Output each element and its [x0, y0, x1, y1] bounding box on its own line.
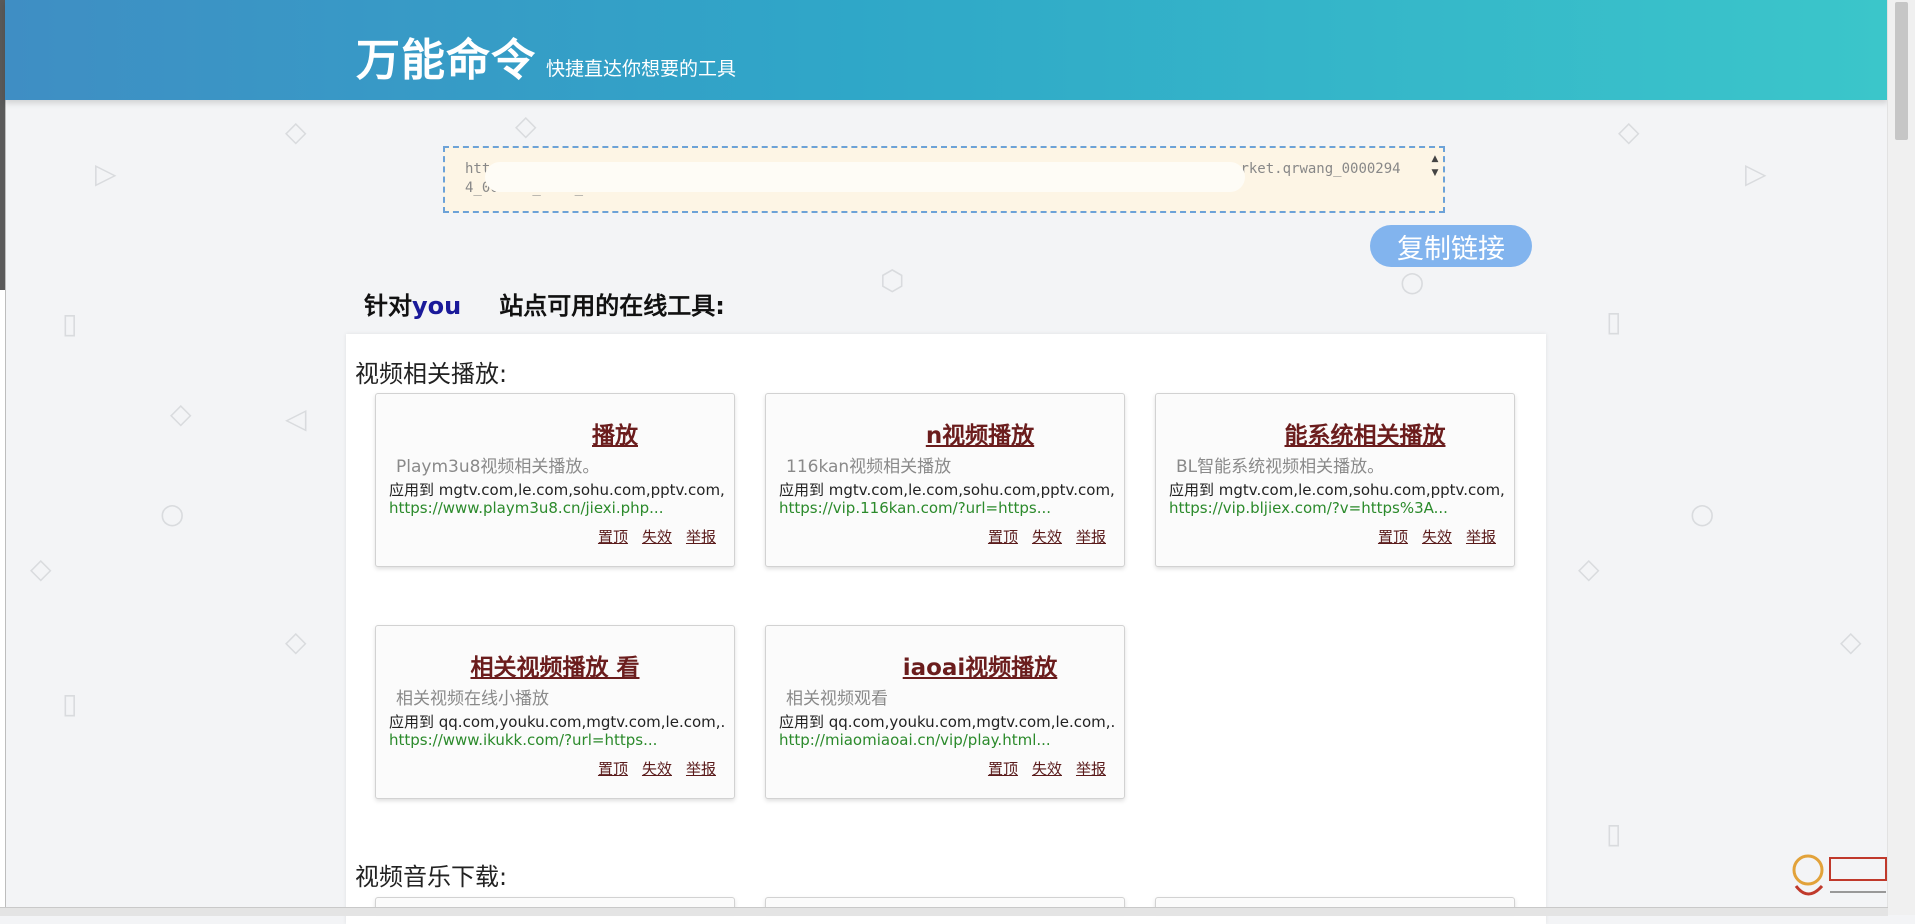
- tool-card-sites: 应用到 mgtv.com,le.com,sohu.com,pptv.com,..…: [779, 481, 1114, 499]
- bg-diamond-shape: ◇: [285, 115, 307, 148]
- tool-card-actions: 置顶 失效 举报: [988, 758, 1106, 779]
- bg-diamond-shape: ◇: [30, 552, 52, 585]
- tool-card-actions: 置顶 失效 举报: [1378, 526, 1496, 547]
- site-heading-suffix: 站点可用的在线工具:: [499, 292, 725, 320]
- tool-card-url[interactable]: https://www.playm3u8.cn/jiexi.php...: [389, 499, 724, 517]
- site-tools-heading: 针对you 站点可用的在线工具:: [364, 286, 725, 321]
- tool-card-desc: Playm3u8视频相关播放。: [396, 457, 600, 477]
- brand: 万能命令 快捷直达你想要的工具: [356, 24, 736, 88]
- mark-invalid-link[interactable]: 失效: [642, 526, 672, 547]
- tool-card[interactable]: n视频播放 116kan视频相关播放 应用到 mgtv.com,le.com,s…: [765, 393, 1125, 567]
- report-link[interactable]: 举报: [686, 758, 716, 779]
- pin-link[interactable]: 置顶: [598, 526, 628, 547]
- report-link[interactable]: 举报: [686, 526, 716, 547]
- pin-link[interactable]: 置顶: [988, 526, 1018, 547]
- bg-bar-shape: ▯: [62, 307, 78, 340]
- bg-diamond-shape: ◇: [1840, 625, 1862, 658]
- page-scrollbar[interactable]: [1887, 0, 1915, 915]
- tool-card-desc: 相关视频观看: [786, 689, 888, 709]
- site-name: you: [412, 292, 462, 320]
- tool-card[interactable]: 相关视频播放 看 相关视频在线小播放 应用到 qq.com,youku.com,…: [375, 625, 735, 799]
- redaction-mark: [485, 162, 1245, 192]
- bg-triangle-shape: ▷: [95, 157, 117, 190]
- tools-panel: 视频相关播放: 播放 Playm3u8视频相关播放。 应用到 mgtv.com,…: [346, 334, 1546, 924]
- report-link[interactable]: 举报: [1466, 526, 1496, 547]
- tool-card-actions: 置顶 失效 举报: [598, 526, 716, 547]
- site-title[interactable]: 万能命令: [356, 24, 536, 88]
- bg-circle-shape: ○: [160, 497, 185, 530]
- tool-card[interactable]: 播放 Playm3u8视频相关播放。 应用到 mgtv.com,le.com,s…: [375, 393, 735, 567]
- bg-diamond-shape: ◇: [1618, 115, 1640, 148]
- tool-card-desc: BL智能系统视频相关播放。: [1176, 457, 1385, 477]
- tool-card-actions: 置顶 失效 举报: [598, 758, 716, 779]
- tool-card-url[interactable]: https://vip.116kan.com/?url=https...: [779, 499, 1114, 517]
- tool-card-title[interactable]: iaoai视频播放: [766, 648, 1124, 682]
- mark-invalid-link[interactable]: 失效: [1032, 526, 1062, 547]
- bg-triangle-shape: ▷: [1745, 157, 1767, 190]
- copy-link-button[interactable]: 复制链接: [1370, 225, 1532, 267]
- bg-circle-shape: ○: [1400, 265, 1425, 298]
- report-link[interactable]: 举报: [1076, 526, 1106, 547]
- report-link[interactable]: 举报: [1076, 758, 1106, 779]
- tool-card-title[interactable]: 能系统相关播放: [1156, 416, 1514, 450]
- bg-hexagon-shape: ⬡: [880, 264, 905, 297]
- tool-card-sites: 应用到 mgtv.com,le.com,sohu.com,pptv.com,..…: [389, 481, 724, 499]
- pin-link[interactable]: 置顶: [1378, 526, 1408, 547]
- mark-invalid-link[interactable]: 失效: [1032, 758, 1062, 779]
- mark-invalid-link[interactable]: 失效: [1422, 526, 1452, 547]
- tool-card-url[interactable]: http://miaomiaoai.cn/vip/play.html...: [779, 731, 1114, 749]
- tool-card-sites: 应用到 mgtv.com,le.com,sohu.com,pptv.com,..…: [1169, 481, 1504, 499]
- bg-bar-shape: ▯: [1606, 305, 1622, 338]
- bg-diamond-shape: ◇: [170, 397, 192, 430]
- site-heading-prefix: 针对: [364, 292, 412, 320]
- section-title-video-music-download: 视频音乐下载:: [355, 863, 508, 891]
- tool-card[interactable]: 能系统相关播放 BL智能系统视频相关播放。 应用到 mgtv.com,le.co…: [1155, 393, 1515, 567]
- pin-link[interactable]: 置顶: [598, 758, 628, 779]
- tool-card-title[interactable]: 播放: [376, 416, 734, 450]
- tool-card-sites: 应用到 qq.com,youku.com,mgtv.com,le.com,...: [389, 713, 724, 731]
- bg-diamond-shape: ◇: [515, 109, 537, 142]
- tool-card-desc: 相关视频在线小播放: [396, 689, 549, 709]
- mark-invalid-link[interactable]: 失效: [642, 758, 672, 779]
- url-input[interactable]: https://v.youku.com/v_show/id_XNTM0OTE5.…: [443, 146, 1445, 213]
- bg-bar-shape: ▯: [62, 687, 78, 720]
- tool-card-title[interactable]: n视频播放: [766, 416, 1124, 450]
- textarea-scroll-arrows-icon[interactable]: ▲ ▼: [1429, 152, 1441, 180]
- bg-triangle-shape: ◁: [285, 402, 307, 435]
- tool-card[interactable]: iaoai视频播放 相关视频观看 应用到 qq.com,youku.com,mg…: [765, 625, 1125, 799]
- tool-card-url[interactable]: https://www.ikukk.com/?url=https...: [389, 731, 724, 749]
- tool-card-title[interactable]: 相关视频播放 看: [376, 648, 734, 682]
- corner-watermark-logo: [1792, 854, 1887, 896]
- tool-card-desc: 116kan视频相关播放: [786, 457, 952, 477]
- section-title-video-play: 视频相关播放:: [355, 360, 508, 388]
- bg-diamond-shape: ◇: [1578, 552, 1600, 585]
- site-subtitle: 快捷直达你想要的工具: [546, 58, 737, 80]
- bg-diamond-shape: ◇: [285, 625, 307, 658]
- scrollbar-thumb[interactable]: [1895, 2, 1908, 140]
- tool-card-actions: 置顶 失效 举报: [988, 526, 1106, 547]
- bg-circle-shape: ○: [1690, 497, 1715, 530]
- pin-link[interactable]: 置顶: [988, 758, 1018, 779]
- header-bar: 万能命令 快捷直达你想要的工具: [5, 0, 1888, 100]
- bg-bar-shape: ▯: [1606, 817, 1622, 850]
- left-window-edge: [0, 0, 6, 915]
- tool-card-url[interactable]: https://vip.bljiex.com/?v=https%3A...: [1169, 499, 1504, 517]
- tool-card-sites: 应用到 qq.com,youku.com,mgtv.com,le.com,...: [779, 713, 1114, 731]
